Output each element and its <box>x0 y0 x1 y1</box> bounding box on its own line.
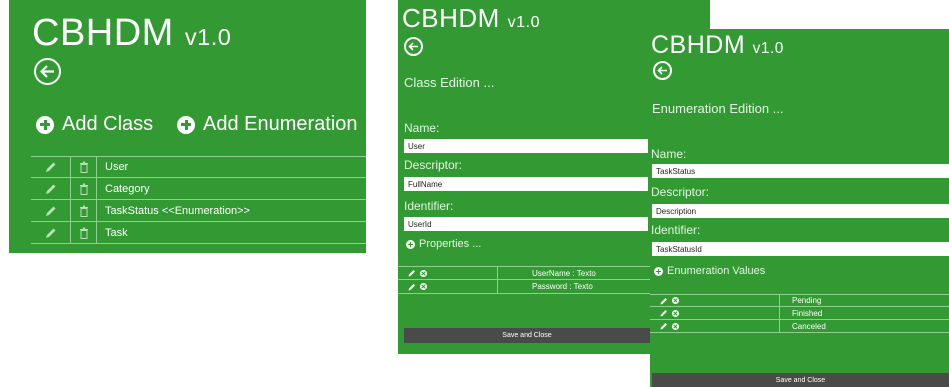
table-row[interactable]: Pending <box>650 294 949 307</box>
app-title-text: CBHDM <box>32 12 174 54</box>
app-title: CBHDM v1.0 <box>402 3 540 34</box>
table-row[interactable]: Password : Texto <box>398 280 650 294</box>
plus-circle-icon <box>36 115 54 134</box>
plus-circle-icon <box>177 115 195 134</box>
enumeration-edition-heading: Enumeration Edition ... <box>652 101 784 116</box>
descriptor-field[interactable] <box>652 204 949 218</box>
pencil-icon[interactable] <box>660 309 668 317</box>
trash-icon[interactable] <box>71 222 97 243</box>
pencil-icon[interactable] <box>660 297 668 305</box>
table-row[interactable]: Finished <box>650 307 949 320</box>
save-label: Save and Close <box>775 376 826 384</box>
name-field[interactable] <box>404 139 648 153</box>
add-enumeration-value-button[interactable]: Enumeration Values <box>654 265 765 277</box>
list-item-label: User <box>105 161 129 173</box>
save-and-close-button[interactable]: Save and Close <box>652 373 949 387</box>
trash-icon[interactable] <box>71 157 97 177</box>
identifier-field[interactable] <box>652 242 949 256</box>
back-arrow-icon[interactable] <box>404 37 423 56</box>
app-version: v1.0 <box>752 40 784 57</box>
app-version: v1.0 <box>184 24 232 50</box>
list-item[interactable]: Category <box>31 178 366 200</box>
class-list-panel: CBHDM v1.0 Add Class Add Enumeration Use… <box>9 0 366 253</box>
table-row[interactable]: UserName : Texto <box>398 266 650 280</box>
list-item-label: Task <box>105 226 128 239</box>
table-row[interactable]: Canceled <box>650 320 949 333</box>
descriptor-label: Descriptor: <box>651 185 710 199</box>
save-label: Save and Close <box>502 332 552 339</box>
back-arrow-icon[interactable] <box>653 61 672 80</box>
descriptor-field[interactable] <box>404 177 648 191</box>
enumeration-values-label: Enumeration Values <box>667 265 766 277</box>
property-label: UserName : Texto <box>532 268 596 278</box>
enumeration-edition-panel: CBHDM v1.0 Enumeration Edition ... Name:… <box>650 29 949 387</box>
enumeration-values-table: Pending Finished Canceled <box>650 294 949 333</box>
app-title-text: CBHDM <box>651 31 746 59</box>
close-circle-icon[interactable] <box>420 269 427 277</box>
enumeration-value-label: Pending <box>792 296 822 305</box>
class-list: User Category TaskStatus <<Enumeration>> <box>31 156 366 244</box>
list-item-label: Category <box>105 182 150 195</box>
property-label: Password : Texto <box>532 282 593 291</box>
identifier-label: Identifier: <box>651 223 701 237</box>
close-circle-icon[interactable] <box>672 297 679 304</box>
pencil-icon[interactable] <box>31 200 71 221</box>
close-circle-icon[interactable] <box>420 283 427 290</box>
add-property-button[interactable]: Properties ... <box>406 238 481 250</box>
trash-icon[interactable] <box>71 200 97 221</box>
pencil-icon[interactable] <box>31 157 71 177</box>
properties-table: UserName : Texto Password : Texto <box>398 266 650 294</box>
enumeration-value-label: Canceled <box>792 321 826 331</box>
list-item-label: TaskStatus <<Enumeration>> <box>105 204 250 217</box>
name-label: Name: <box>651 147 687 161</box>
save-and-close-button[interactable]: Save and Close <box>404 328 650 343</box>
enumeration-value-label: Finished <box>792 308 823 318</box>
app-title: CBHDM v1.0 <box>32 12 231 55</box>
descriptor-label: Descriptor: <box>404 158 463 172</box>
list-item[interactable]: TaskStatus <<Enumeration>> <box>31 200 366 222</box>
add-class-button[interactable]: Add Class <box>36 113 153 136</box>
name-field[interactable] <box>652 164 949 178</box>
list-item[interactable]: User <box>31 156 366 178</box>
app-title-text: CBHDM <box>402 3 500 33</box>
back-arrow-icon[interactable] <box>34 58 61 85</box>
add-enumeration-button[interactable]: Add Enumeration <box>177 113 358 136</box>
name-label: Name: <box>404 121 440 135</box>
plus-circle-icon <box>406 239 415 249</box>
close-circle-icon[interactable] <box>672 309 679 317</box>
pencil-icon[interactable] <box>408 283 416 291</box>
trash-icon[interactable] <box>71 178 97 199</box>
pencil-icon[interactable] <box>31 178 71 199</box>
identifier-field[interactable] <box>404 217 648 231</box>
pencil-icon[interactable] <box>408 269 416 277</box>
app-title: CBHDM v1.0 <box>651 31 784 60</box>
list-item[interactable]: Task <box>31 222 366 244</box>
identifier-label: Identifier: <box>404 199 454 213</box>
properties-label: Properties ... <box>419 238 482 250</box>
pencil-icon[interactable] <box>660 322 668 330</box>
close-circle-icon[interactable] <box>672 322 679 330</box>
class-edition-heading: Class Edition ... <box>404 75 495 90</box>
app-version: v1.0 <box>507 13 541 31</box>
pencil-icon[interactable] <box>31 222 71 243</box>
plus-circle-icon <box>654 266 663 276</box>
add-class-label: Add Class <box>62 113 154 135</box>
add-enumeration-label: Add Enumeration <box>203 113 358 135</box>
